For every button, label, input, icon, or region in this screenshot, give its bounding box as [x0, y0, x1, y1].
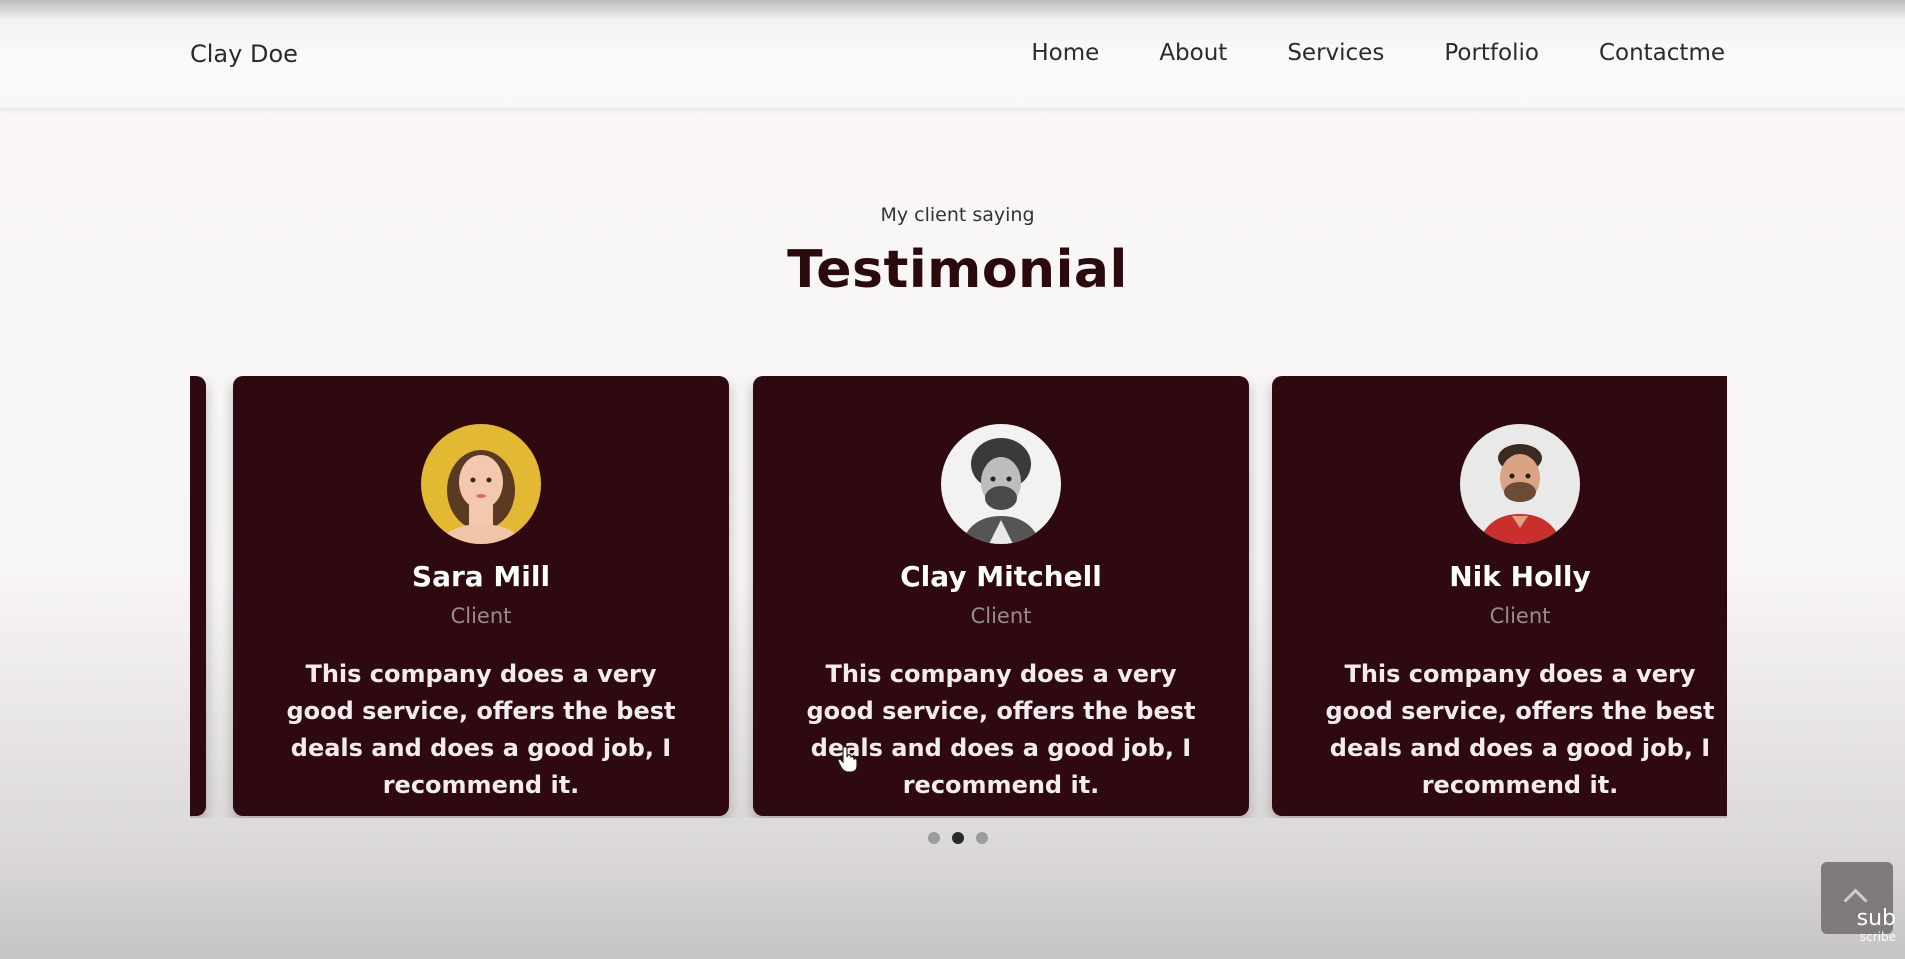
avatar — [1460, 424, 1580, 544]
testimonial-carousel[interactable]: Sara Mill Client This company does a ver… — [190, 376, 1727, 818]
client-name: Sara Mill — [411, 560, 551, 593]
subscribe-watermark: sub scribe — [1850, 908, 1896, 946]
testimonial-card[interactable]: Nik Holly Client This company does a ver… — [1272, 376, 1727, 816]
client-role: Client — [450, 604, 512, 628]
main-nav: Home About Services Portfolio Contactme — [1031, 40, 1725, 66]
carousel-dot-1[interactable] — [928, 832, 940, 844]
carousel-dot-2[interactable] — [952, 832, 964, 844]
section-title: Testimonial — [787, 240, 1128, 300]
avatar — [421, 424, 541, 544]
nav-about[interactable]: About — [1159, 40, 1227, 66]
testimonial-card[interactable]: Sara Mill Client This company does a ver… — [233, 376, 729, 816]
carousel-pagination — [928, 832, 988, 844]
testimonial-text: This company does a very good service, o… — [286, 660, 676, 799]
client-role: Client — [970, 604, 1032, 628]
nav-portfolio[interactable]: Portfolio — [1444, 40, 1539, 66]
avatar — [941, 424, 1061, 544]
section-subtitle: My client saying — [880, 204, 1035, 226]
client-role: Client — [1489, 604, 1551, 628]
testimonial-card-partial[interactable] — [190, 376, 206, 816]
hand-cursor-icon — [837, 746, 858, 773]
testimonial-text: This company does a very good service, o… — [806, 660, 1196, 799]
nav-services[interactable]: Services — [1287, 40, 1384, 66]
client-name: Clay Mitchell — [900, 560, 1102, 593]
carousel-dot-3[interactable] — [976, 832, 988, 844]
testimonial-card[interactable]: Clay Mitchell Client This company does a… — [753, 376, 1249, 816]
nav-home[interactable]: Home — [1031, 40, 1099, 66]
client-name: Nik Holly — [1449, 560, 1591, 593]
nav-contact[interactable]: Contactme — [1599, 40, 1725, 66]
brand-logo[interactable]: Clay Doe — [190, 40, 298, 68]
navbar: Clay Doe Home About Services Portfolio C… — [0, 0, 1905, 108]
testimonial-text: This company does a very good service, o… — [1325, 660, 1715, 799]
